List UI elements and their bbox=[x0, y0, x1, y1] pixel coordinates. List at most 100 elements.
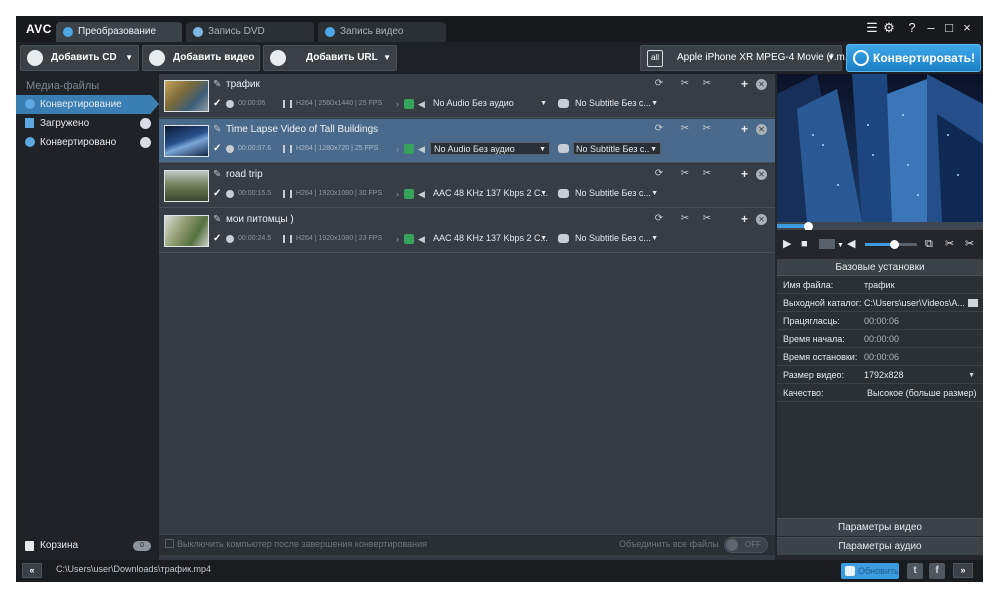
add-icon[interactable]: + bbox=[741, 77, 748, 91]
convert-button[interactable]: Конвертировать! bbox=[846, 44, 981, 72]
add-icon[interactable]: + bbox=[741, 212, 748, 226]
tab-dvd[interactable]: Запись DVD bbox=[186, 22, 314, 42]
remove-icon[interactable]: ✕ bbox=[756, 79, 767, 90]
file-meta: ✓ 00:00:15.5 H264 | 1920x1080 | 30 FPS ›… bbox=[213, 187, 773, 201]
audio-track-select[interactable]: No Audio Без аудио ▼ bbox=[430, 142, 550, 155]
rotate-icon[interactable]: ⟳ bbox=[654, 79, 664, 89]
video-params-button[interactable]: Параметры видео bbox=[777, 518, 983, 536]
file-row[interactable]: ✎ road trip ⟳ ✂ ✂ + ✕ ✓ 00:00:15.5 H264 … bbox=[159, 164, 775, 208]
check-icon[interactable]: ✓ bbox=[213, 233, 221, 244]
merge-toggle[interactable]: OFF bbox=[724, 537, 768, 553]
sidebar-item-trash[interactable]: Корзина 0 bbox=[16, 536, 159, 556]
volume-icon[interactable]: ◀ bbox=[847, 238, 855, 250]
rotate-icon[interactable]: ⟳ bbox=[654, 124, 664, 134]
rotate-icon[interactable]: ⟳ bbox=[654, 169, 664, 179]
trim-icon[interactable]: ✂ bbox=[945, 238, 954, 250]
check-icon[interactable]: ✓ bbox=[213, 143, 221, 154]
subtitle-select[interactable]: No Subtitle Без с... ▼ bbox=[573, 97, 661, 110]
add-video-button[interactable]: Добавить видео bbox=[142, 45, 260, 71]
prop-value[interactable]: трафик bbox=[864, 277, 976, 294]
shutdown-option[interactable]: Выключить компьютер после завершения кон… bbox=[165, 539, 427, 549]
audio-track-select[interactable]: No Audio Без аудио ▼ bbox=[430, 97, 550, 110]
minimize-button[interactable]: – bbox=[924, 21, 938, 35]
file-title[interactable]: трафик bbox=[226, 79, 260, 90]
trim-icon[interactable]: ✂ bbox=[680, 79, 690, 89]
file-row[interactable]: ✎ мои питомцы ) ⟳ ✂ ✂ + ✕ ✓ 00:00:24.5 H… bbox=[159, 209, 775, 253]
file-title[interactable]: Time Lapse Video of Tall Buildings bbox=[226, 124, 378, 135]
check-icon[interactable]: ✓ bbox=[213, 98, 221, 109]
tab-record[interactable]: Запись видео bbox=[318, 22, 446, 42]
chevron-down-icon: ▼ bbox=[383, 53, 391, 62]
remove-icon[interactable]: ✕ bbox=[756, 124, 767, 135]
pencil-icon[interactable]: ✎ bbox=[213, 124, 221, 135]
prop-start-time[interactable]: Время начала: 00:00:00 bbox=[777, 331, 983, 348]
prop-value[interactable]: 00:00:00 bbox=[864, 331, 976, 348]
close-button[interactable]: × bbox=[960, 21, 974, 35]
prop-filename[interactable]: Имя файла: трафик bbox=[777, 277, 983, 294]
add-icon[interactable]: + bbox=[741, 122, 748, 136]
prop-stop-time[interactable]: Время остановки: 00:00:06 bbox=[777, 349, 983, 366]
sidebar-item-converted[interactable]: Конвертировано bbox=[16, 133, 159, 152]
output-profile-select[interactable]: all Apple iPhone XR MPEG-4 Movie (*.m...… bbox=[640, 45, 853, 71]
prop-value[interactable]: C:\Users\user\Videos\A... bbox=[864, 295, 964, 312]
trim-icon[interactable]: ✂ bbox=[680, 169, 690, 179]
sidebar-item-converting[interactable]: Конвертирование bbox=[16, 95, 159, 114]
shutdown-checkbox[interactable] bbox=[165, 539, 174, 548]
expand-button[interactable]: » bbox=[953, 563, 973, 578]
rotate-icon[interactable]: ⟳ bbox=[654, 214, 664, 224]
prop-output-dir[interactable]: Выходной каталог: C:\Users\user\Videos\A… bbox=[777, 295, 983, 312]
subtitle-select[interactable]: No Subtitle Без с... ▼ bbox=[573, 232, 661, 245]
remove-icon[interactable]: ✕ bbox=[756, 214, 767, 225]
effects-icon[interactable]: ✂ bbox=[702, 79, 712, 89]
file-title[interactable]: road trip bbox=[226, 169, 263, 180]
trim-icon[interactable]: ✂ bbox=[680, 214, 690, 224]
volume-handle[interactable] bbox=[889, 240, 899, 249]
check-icon[interactable]: ✓ bbox=[213, 188, 221, 199]
prop-value[interactable]: 1792x828 bbox=[864, 367, 976, 384]
effects-icon[interactable]: ✂ bbox=[702, 169, 712, 179]
help-button[interactable]: ? bbox=[905, 21, 919, 35]
effects-icon[interactable]: ✂ bbox=[965, 238, 974, 250]
file-row[interactable]: ✎ Time Lapse Video of Tall Buildings ⟳ ✂… bbox=[159, 119, 775, 163]
facebook-icon[interactable]: f bbox=[929, 563, 945, 579]
add-icon[interactable]: + bbox=[741, 167, 748, 181]
play-icon[interactable]: ▶ bbox=[783, 238, 791, 250]
gear-icon[interactable]: ⚙ bbox=[882, 21, 896, 35]
subtitle-select[interactable]: No Subtitle Без с... ▼ bbox=[573, 187, 661, 200]
seek-bar[interactable] bbox=[777, 222, 983, 231]
audio-params-button[interactable]: Параметры аудио bbox=[777, 537, 983, 555]
effects-icon[interactable]: ✂ bbox=[702, 124, 712, 134]
volume-slider[interactable] bbox=[865, 240, 917, 249]
chevron-down-icon[interactable]: ▼ bbox=[968, 367, 975, 384]
tab-conversion[interactable]: Преобразование bbox=[56, 22, 182, 42]
collapse-button[interactable]: « bbox=[22, 563, 42, 578]
prop-value[interactable]: Высокое (больше размер) bbox=[867, 385, 979, 402]
trim-icon[interactable]: ✂ bbox=[680, 124, 690, 134]
pencil-icon[interactable]: ✎ bbox=[213, 79, 221, 90]
chevron-down-icon[interactable]: ▼ bbox=[837, 240, 844, 252]
snapshot-icon[interactable] bbox=[819, 239, 835, 249]
menu-list-icon[interactable]: ☰ bbox=[865, 21, 879, 35]
prop-value[interactable]: 00:00:06 bbox=[864, 349, 976, 366]
prop-video-size[interactable]: Размер видео: 1792x828 ▼ bbox=[777, 367, 983, 384]
add-url-button[interactable]: Добавить URL ▼ bbox=[263, 45, 397, 71]
crop-icon[interactable]: ⧉ bbox=[925, 238, 933, 250]
subtitle-select[interactable]: No Subtitle Без с... ▼ bbox=[573, 142, 661, 155]
audio-track-select[interactable]: AAC 48 KHz 137 Kbps 2 C... ▼ bbox=[430, 187, 550, 200]
add-cd-button[interactable]: Добавить CD диск ▼ bbox=[20, 45, 139, 87]
folder-icon[interactable] bbox=[968, 299, 978, 307]
remove-icon[interactable]: ✕ bbox=[756, 169, 767, 180]
prop-quality[interactable]: Качество: Высокое (больше размер) bbox=[777, 385, 983, 402]
effects-icon[interactable]: ✂ bbox=[702, 214, 712, 224]
file-row[interactable]: ✎ трафик ⟳ ✂ ✂ + ✕ ✓ 00:00:06 H264 | 256… bbox=[159, 74, 775, 118]
speaker-icon: ◀ bbox=[418, 99, 425, 109]
pencil-icon[interactable]: ✎ bbox=[213, 169, 221, 180]
update-button[interactable]: Обновить bbox=[841, 563, 899, 579]
audio-track-select[interactable]: AAC 48 KHz 137 Kbps 2 C... ▼ bbox=[430, 232, 550, 245]
sidebar-item-downloaded[interactable]: Загружено bbox=[16, 114, 159, 133]
file-title[interactable]: мои питомцы ) bbox=[226, 214, 294, 225]
maximize-button[interactable]: □ bbox=[942, 21, 956, 35]
pencil-icon[interactable]: ✎ bbox=[213, 214, 221, 225]
twitter-icon[interactable]: t bbox=[907, 563, 923, 579]
stop-icon[interactable]: ■ bbox=[801, 238, 808, 250]
